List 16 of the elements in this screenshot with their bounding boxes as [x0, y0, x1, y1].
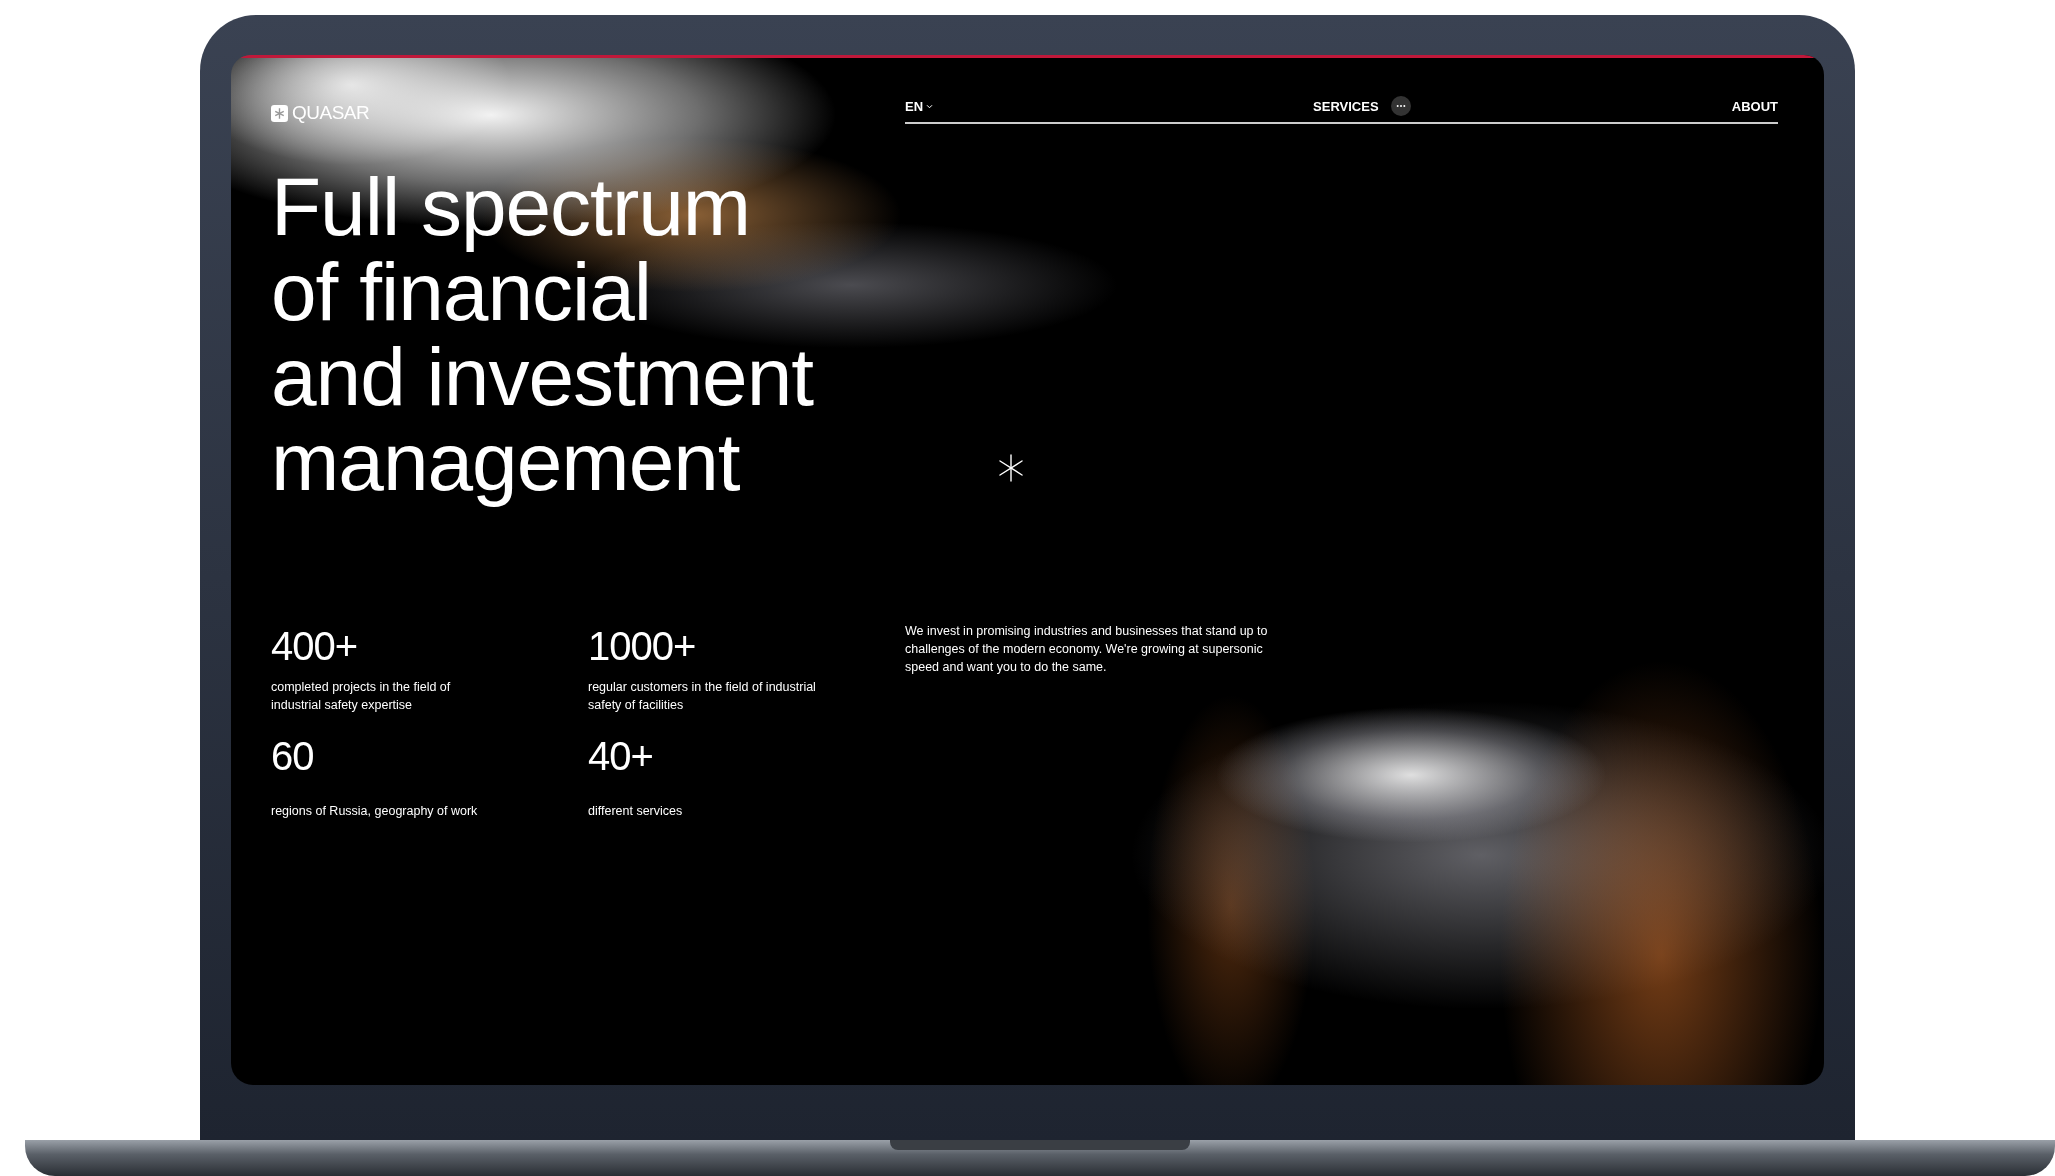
- language-selector[interactable]: EN: [905, 98, 934, 114]
- stat-caption: different services: [588, 803, 684, 820]
- stat-caption: regions of Russia, geography of work: [271, 803, 479, 820]
- intro-paragraph: We invest in promising industries and businesses that stand up to challenges of the modern economy. We're growing at supersonic speed and want you to do the same.: [905, 623, 1269, 676]
- stat-caption: completed projects in the field of industrial safety expertise: [271, 679, 452, 714]
- stat-number: 40+: [588, 733, 654, 780]
- more-button[interactable]: [1390, 96, 1411, 116]
- stat-number: 1000+: [588, 623, 697, 670]
- nav-link[interactable]: ABOUT: [1731, 98, 1778, 114]
- stat-number: 60: [271, 733, 315, 780]
- logo-icon: [271, 104, 288, 122]
- caret-icon: [926, 103, 934, 109]
- stat-caption: regular customers in the field of industrial safety of facilities: [588, 679, 817, 714]
- stat-number: 400+: [271, 623, 359, 670]
- ellipsis-icon: [1395, 104, 1406, 108]
- nav-link[interactable]: SERVICES: [1313, 98, 1379, 114]
